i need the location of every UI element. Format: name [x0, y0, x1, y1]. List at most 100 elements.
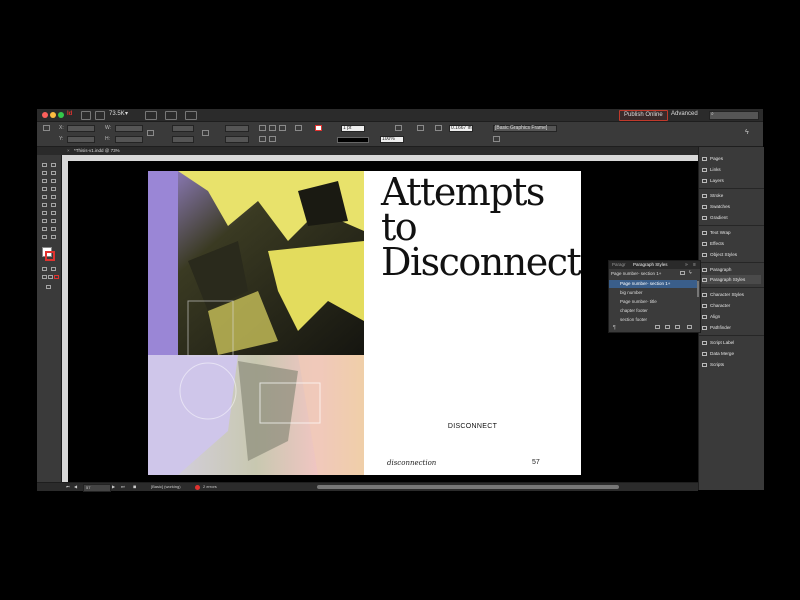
minimize-window-button[interactable]: [50, 112, 56, 118]
shear-field[interactable]: [225, 136, 249, 143]
duplicate-style-icon[interactable]: [675, 325, 680, 329]
formatting-container-icon[interactable]: [42, 267, 47, 271]
dock-item-data-merge[interactable]: Data Merge: [702, 349, 761, 358]
minibridge-button[interactable]: [95, 111, 105, 120]
free-transform-tool-icon[interactable]: [51, 211, 56, 215]
dock-item-script-label[interactable]: Script Label: [702, 338, 761, 347]
zoom-tool-icon[interactable]: [51, 235, 56, 239]
dock-item-paragraph-styles[interactable]: Paragraph Styles: [702, 275, 761, 284]
screen-mode-icon[interactable]: [46, 285, 51, 289]
rectangle-frame-tool-icon[interactable]: [42, 203, 47, 207]
dock-item-align[interactable]: Align: [702, 312, 761, 321]
page-tool-icon[interactable]: [42, 171, 47, 175]
dock-item-effects[interactable]: Effects: [702, 239, 761, 248]
rotation-field[interactable]: [225, 125, 249, 132]
text-wrap-icon[interactable]: [435, 125, 442, 131]
style-item[interactable]: section footer: [609, 316, 697, 324]
preflight-profile[interactable]: [Basic] (working): [151, 483, 181, 491]
clear-overrides-icon[interactable]: ¶: [613, 325, 616, 331]
panel-menu-icon[interactable]: ≡: [693, 261, 696, 269]
folder-icon[interactable]: [655, 325, 660, 329]
close-tab-icon[interactable]: ×: [67, 147, 70, 155]
zoom-level[interactable]: 73.5K: [109, 110, 125, 119]
apply-gradient-icon[interactable]: [48, 275, 53, 279]
last-page-icon[interactable]: ⏭: [121, 483, 125, 491]
reference-point-icon[interactable]: [43, 125, 50, 131]
note-tool-icon[interactable]: [42, 227, 47, 231]
tab-paragraph-styles[interactable]: Paragraph Styles: [633, 261, 668, 269]
fx-icon[interactable]: [395, 125, 402, 131]
next-page-icon[interactable]: ▶: [112, 483, 115, 491]
dock-item-pages[interactable]: Pages: [702, 154, 761, 163]
dock-item-layers[interactable]: Layers: [702, 176, 761, 185]
dock-item-text-wrap[interactable]: Text Wrap: [702, 228, 761, 237]
direct-selection-tool-icon[interactable]: [51, 163, 56, 167]
publish-online-button[interactable]: Publish Online: [619, 110, 668, 121]
page-number-field[interactable]: 57: [83, 484, 111, 492]
scale-y-field[interactable]: [172, 136, 194, 143]
left-page-artwork[interactable]: [148, 171, 364, 475]
dock-item-object-styles[interactable]: Object Styles: [702, 250, 761, 259]
first-page-icon[interactable]: ⏮: [66, 483, 70, 491]
dock-item-stroke[interactable]: Stroke: [702, 191, 761, 200]
arrange-documents-button[interactable]: [185, 111, 197, 120]
select-content-icon[interactable]: [269, 136, 276, 142]
dock-item-scripts[interactable]: Scripts: [702, 360, 761, 369]
search-input[interactable]: [709, 111, 759, 120]
style-item[interactable]: chapter footer: [609, 307, 697, 315]
bridge-button[interactable]: [81, 111, 91, 120]
center-word[interactable]: DISCONNECT: [364, 423, 581, 430]
rotate-cw-icon[interactable]: [259, 125, 266, 131]
apply-color-icon[interactable]: [42, 275, 47, 279]
collapse-panel-icon[interactable]: »: [685, 261, 688, 269]
dock-item-character[interactable]: Character: [702, 301, 761, 310]
y-field[interactable]: [67, 136, 95, 143]
rectangle-tool-icon[interactable]: [51, 203, 56, 207]
pen-tool-icon[interactable]: [42, 195, 47, 199]
horizontal-scrollbar[interactable]: [317, 485, 619, 489]
open-page-icon[interactable]: ◼: [133, 483, 136, 491]
scale-x-field[interactable]: [172, 125, 194, 132]
right-page[interactable]: Attempts to Disconnect DISCONNECT discon…: [364, 171, 582, 475]
dock-item-pathfinder[interactable]: Pathfinder: [702, 323, 761, 332]
drop-shadow-icon[interactable]: [417, 125, 424, 131]
document-tab[interactable]: *Thisis-v1.indd @ 73%: [74, 147, 120, 155]
lightning-icon[interactable]: ϟ: [745, 129, 752, 136]
close-window-button[interactable]: [42, 112, 48, 118]
select-container-icon[interactable]: [259, 136, 266, 142]
hand-tool-icon[interactable]: [42, 235, 47, 239]
dock-item-swatches[interactable]: Swatches: [702, 202, 761, 211]
style-item[interactable]: Page number- section 1+: [609, 280, 697, 288]
fill-swatch-icon[interactable]: [295, 125, 302, 131]
chevron-down-icon[interactable]: ▾: [125, 110, 128, 119]
pencil-tool-icon[interactable]: [51, 195, 56, 199]
rotate-ccw-icon[interactable]: [269, 125, 276, 131]
stroke-swatch-icon[interactable]: [315, 125, 322, 131]
panel-scrollbar[interactable]: [697, 281, 699, 297]
tab-paragraph[interactable]: Paragr: [612, 261, 626, 269]
screen-mode-button[interactable]: [165, 111, 177, 120]
scissors-tool-icon[interactable]: [42, 211, 47, 215]
chapter-heading[interactable]: Attempts to Disconnect: [381, 173, 582, 281]
style-item[interactable]: Page number- title: [609, 298, 697, 306]
gap-tool-icon[interactable]: [51, 171, 56, 175]
maximize-window-button[interactable]: [58, 112, 64, 118]
x-field[interactable]: [67, 125, 95, 132]
apply-none-icon[interactable]: [54, 275, 59, 279]
gradient-feather-tool-icon[interactable]: [51, 219, 56, 223]
constrain-proportions-icon[interactable]: [147, 130, 154, 136]
style-item[interactable]: big number: [609, 289, 697, 297]
trash-icon[interactable]: [687, 325, 692, 329]
type-tool-icon[interactable]: [42, 187, 47, 191]
selection-tool-icon[interactable]: [42, 163, 47, 167]
line-tool-icon[interactable]: [51, 187, 56, 191]
dock-item-character-styles[interactable]: Character Styles: [702, 290, 761, 299]
preflight-errors[interactable]: 2 errors: [203, 483, 217, 491]
new-style-icon[interactable]: [665, 325, 670, 329]
flip-horizontal-icon[interactable]: [279, 125, 286, 131]
page-number[interactable]: 57: [532, 459, 540, 466]
stroke-type-select[interactable]: [337, 137, 369, 143]
content-placer-icon[interactable]: [51, 179, 56, 183]
workspace-switcher[interactable]: Advanced: [671, 110, 698, 119]
running-footer[interactable]: disconnection: [387, 459, 436, 467]
